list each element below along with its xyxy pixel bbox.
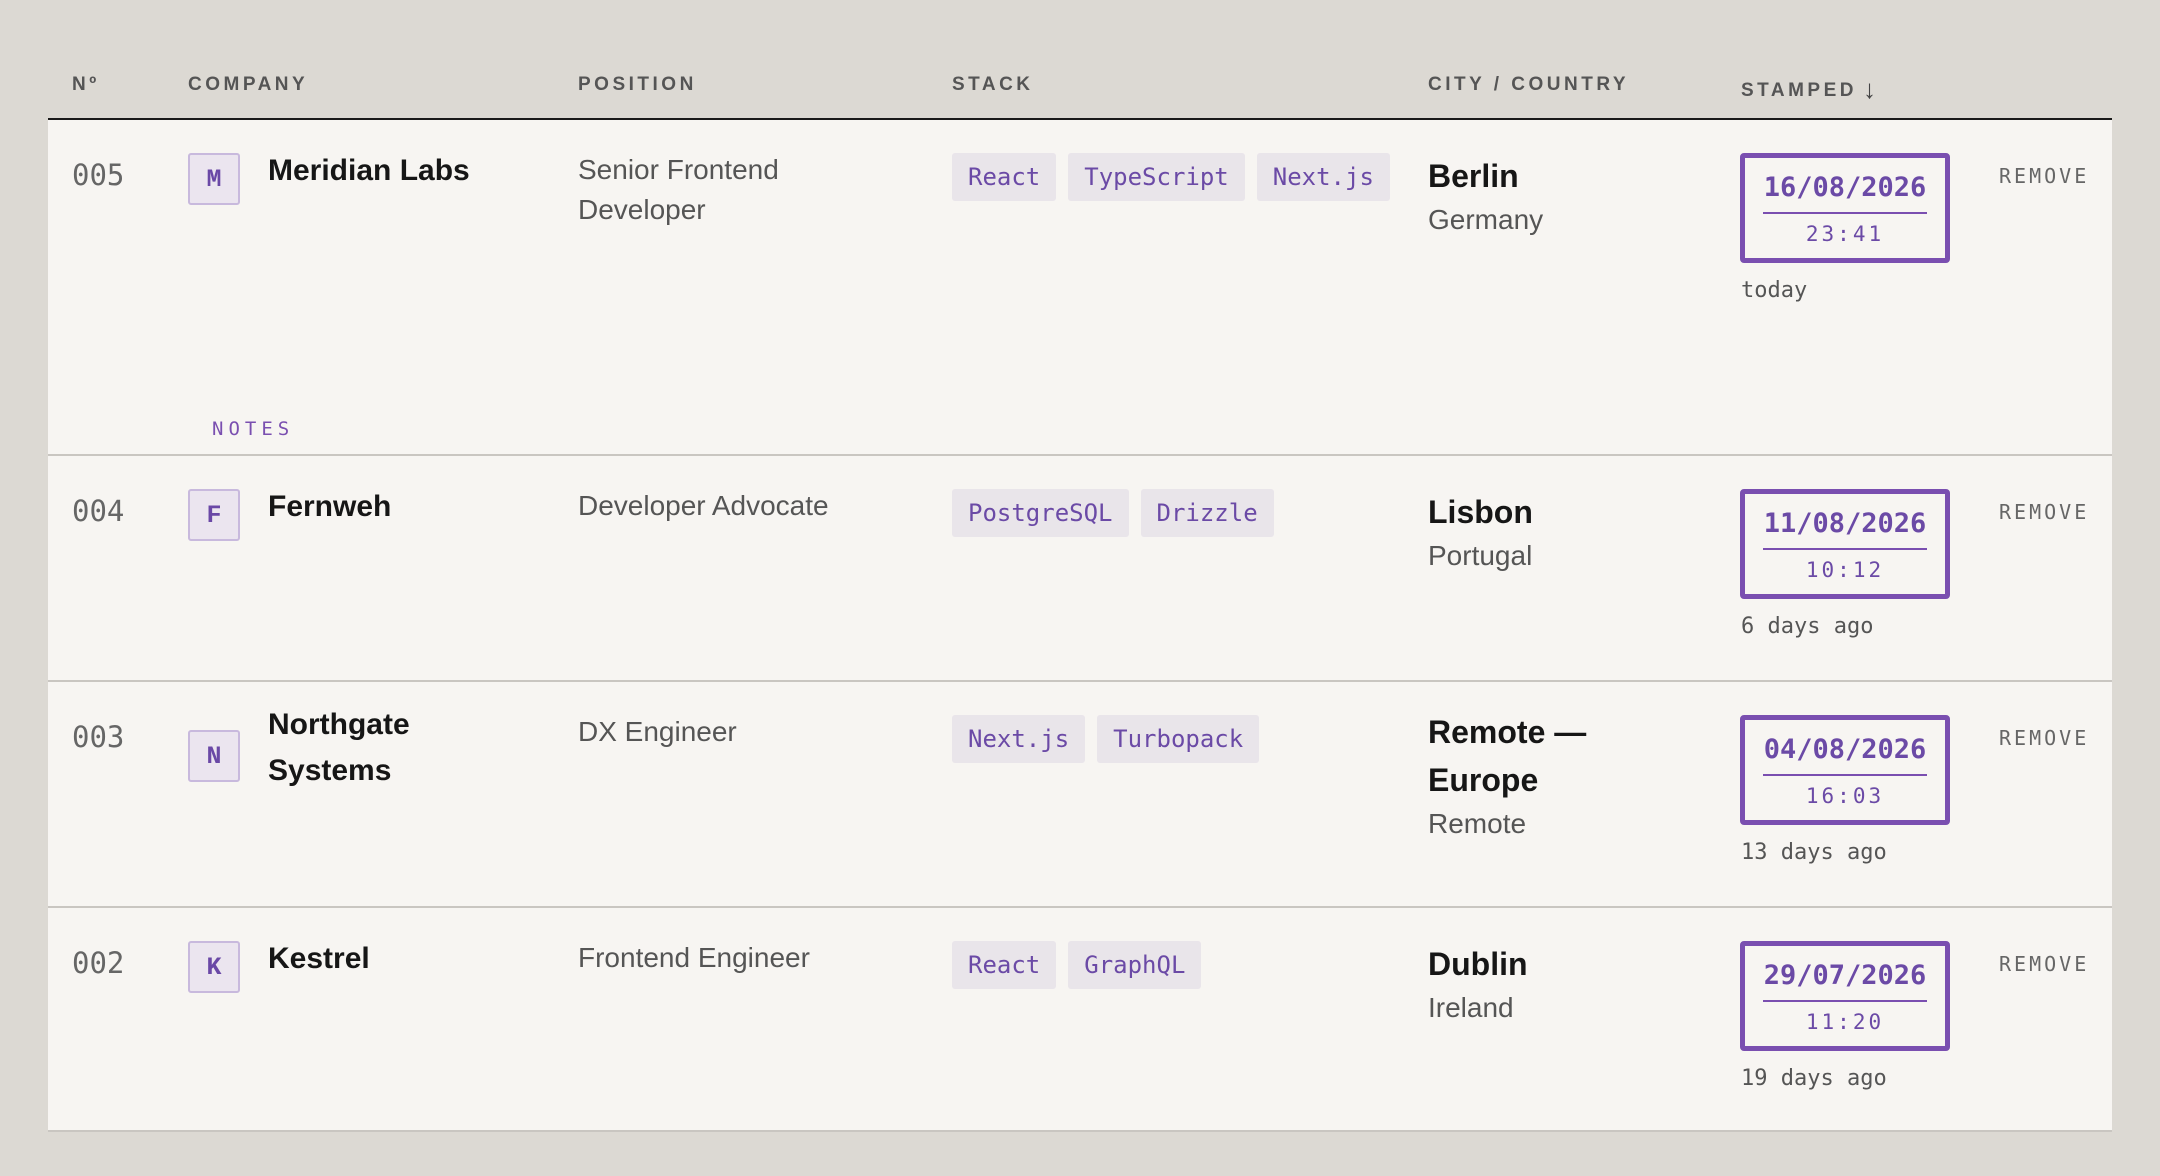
remove-button[interactable]: REMOVE — [1999, 952, 2089, 976]
table-header: Nº COMPANY POSITION STACK CITY / COUNTRY… — [48, 48, 2112, 120]
row-number: 002 — [72, 946, 125, 980]
stamp-time: 23:41 — [1805, 222, 1885, 246]
city-name: Lisbon — [1428, 494, 1533, 530]
table-row: 004 F Fernweh Developer Advocate Postgre… — [48, 456, 2112, 682]
table-row: 003 N Northgate Systems DX Engineer Next… — [48, 682, 2112, 908]
stamp-date: 11/08/2026 — [1763, 504, 1927, 550]
stamp-date: 29/07/2026 — [1763, 956, 1927, 1002]
stamp-time: 16:03 — [1805, 784, 1885, 808]
company-name: Northgate Systems — [268, 708, 410, 787]
table-row: 005 M Meridian Labs Senior Frontend Deve… — [48, 120, 2112, 485]
company-initial-badge: F — [188, 489, 240, 541]
notes-label: NOTES — [212, 418, 295, 440]
company-name: Meridian Labs — [268, 154, 470, 187]
stack-tag: PostgreSQL — [952, 489, 1129, 537]
relative-time: 6 days ago — [1741, 614, 1874, 639]
sort-down-arrow-icon[interactable]: ↓ — [1863, 74, 1876, 104]
header-number: Nº — [72, 74, 100, 95]
table-row: 002 K Kestrel Frontend Engineer React Gra… — [48, 908, 2112, 1132]
company-name: Kestrel — [268, 942, 370, 975]
location: Lisbon Portugal — [1428, 488, 1678, 576]
stamp-date: 04/08/2026 — [1763, 730, 1927, 776]
position-title: Senior Frontend Developer — [578, 154, 779, 225]
date-stamp: 16/08/2026 23:41 — [1740, 153, 1950, 263]
company-initial-badge: N — [188, 730, 240, 782]
stack-tag: React — [952, 153, 1057, 201]
stack-tag: React — [952, 941, 1057, 989]
country-name: Remote — [1428, 808, 1527, 839]
stamp-time: 10:12 — [1805, 558, 1885, 582]
relative-time: today — [1741, 278, 1808, 303]
country-name: Ireland — [1428, 992, 1514, 1023]
location: Dublin Ireland — [1428, 940, 1678, 1028]
stack-tags: React GraphQL — [952, 941, 1412, 989]
row-number: 005 — [72, 158, 125, 192]
relative-time: 19 days ago — [1741, 1066, 1887, 1091]
row-number: 003 — [72, 720, 125, 754]
position-title: Developer Advocate — [578, 490, 829, 521]
header-position[interactable]: POSITION — [578, 74, 697, 96]
country-name: Germany — [1428, 204, 1544, 235]
date-stamp: 04/08/2026 16:03 — [1740, 715, 1950, 825]
stamp-time: 11:20 — [1805, 1010, 1885, 1034]
stack-tag: Next.js — [1256, 153, 1390, 201]
row-number: 004 — [72, 494, 125, 528]
company-initial-badge: K — [188, 941, 240, 993]
table-body: 005 M Meridian Labs Senior Frontend Deve… — [48, 120, 2112, 1132]
header-company[interactable]: COMPANY — [188, 74, 308, 96]
stack-tag: Next.js — [952, 715, 1086, 763]
stack-tag: GraphQL — [1068, 941, 1202, 989]
position-title: DX Engineer — [578, 716, 737, 747]
header-location[interactable]: CITY / COUNTRY — [1428, 74, 1629, 96]
relative-time: 13 days ago — [1741, 840, 1887, 865]
city-name: Berlin — [1428, 158, 1519, 194]
date-stamp: 11/08/2026 10:12 — [1740, 489, 1950, 599]
stack-tags: React TypeScript Next.js — [952, 153, 1412, 201]
location: Berlin Germany — [1428, 152, 1678, 240]
header-stack[interactable]: STACK — [952, 74, 1034, 96]
remove-button[interactable]: REMOVE — [1999, 726, 2089, 750]
header-stamped[interactable]: STAMPED ↓ — [1741, 74, 1876, 105]
city-name: Dublin — [1428, 946, 1528, 982]
applications-table: Nº COMPANY POSITION STACK CITY / COUNTRY… — [48, 48, 2112, 1132]
city-name: Remote — Europe — [1428, 714, 1587, 798]
stack-tags: PostgreSQL Drizzle — [952, 489, 1412, 537]
remove-button[interactable]: REMOVE — [1999, 500, 2089, 524]
position-title: Frontend Engineer — [578, 942, 810, 973]
stamp-date: 16/08/2026 — [1763, 168, 1927, 214]
date-stamp: 29/07/2026 11:20 — [1740, 941, 1950, 1051]
stack-tag: Turbopack — [1097, 715, 1260, 763]
company-name: Fernweh — [268, 490, 392, 523]
header-stamped-label: STAMPED — [1741, 80, 1857, 101]
stack-tag: Drizzle — [1140, 489, 1274, 537]
country-name: Portugal — [1428, 540, 1533, 571]
stack-tags: Next.js Turbopack — [952, 715, 1412, 763]
location: Remote — Europe Remote — [1428, 708, 1678, 844]
company-initial-badge: M — [188, 153, 240, 205]
remove-button[interactable]: REMOVE — [1999, 164, 2089, 188]
stack-tag: TypeScript — [1068, 153, 1245, 201]
